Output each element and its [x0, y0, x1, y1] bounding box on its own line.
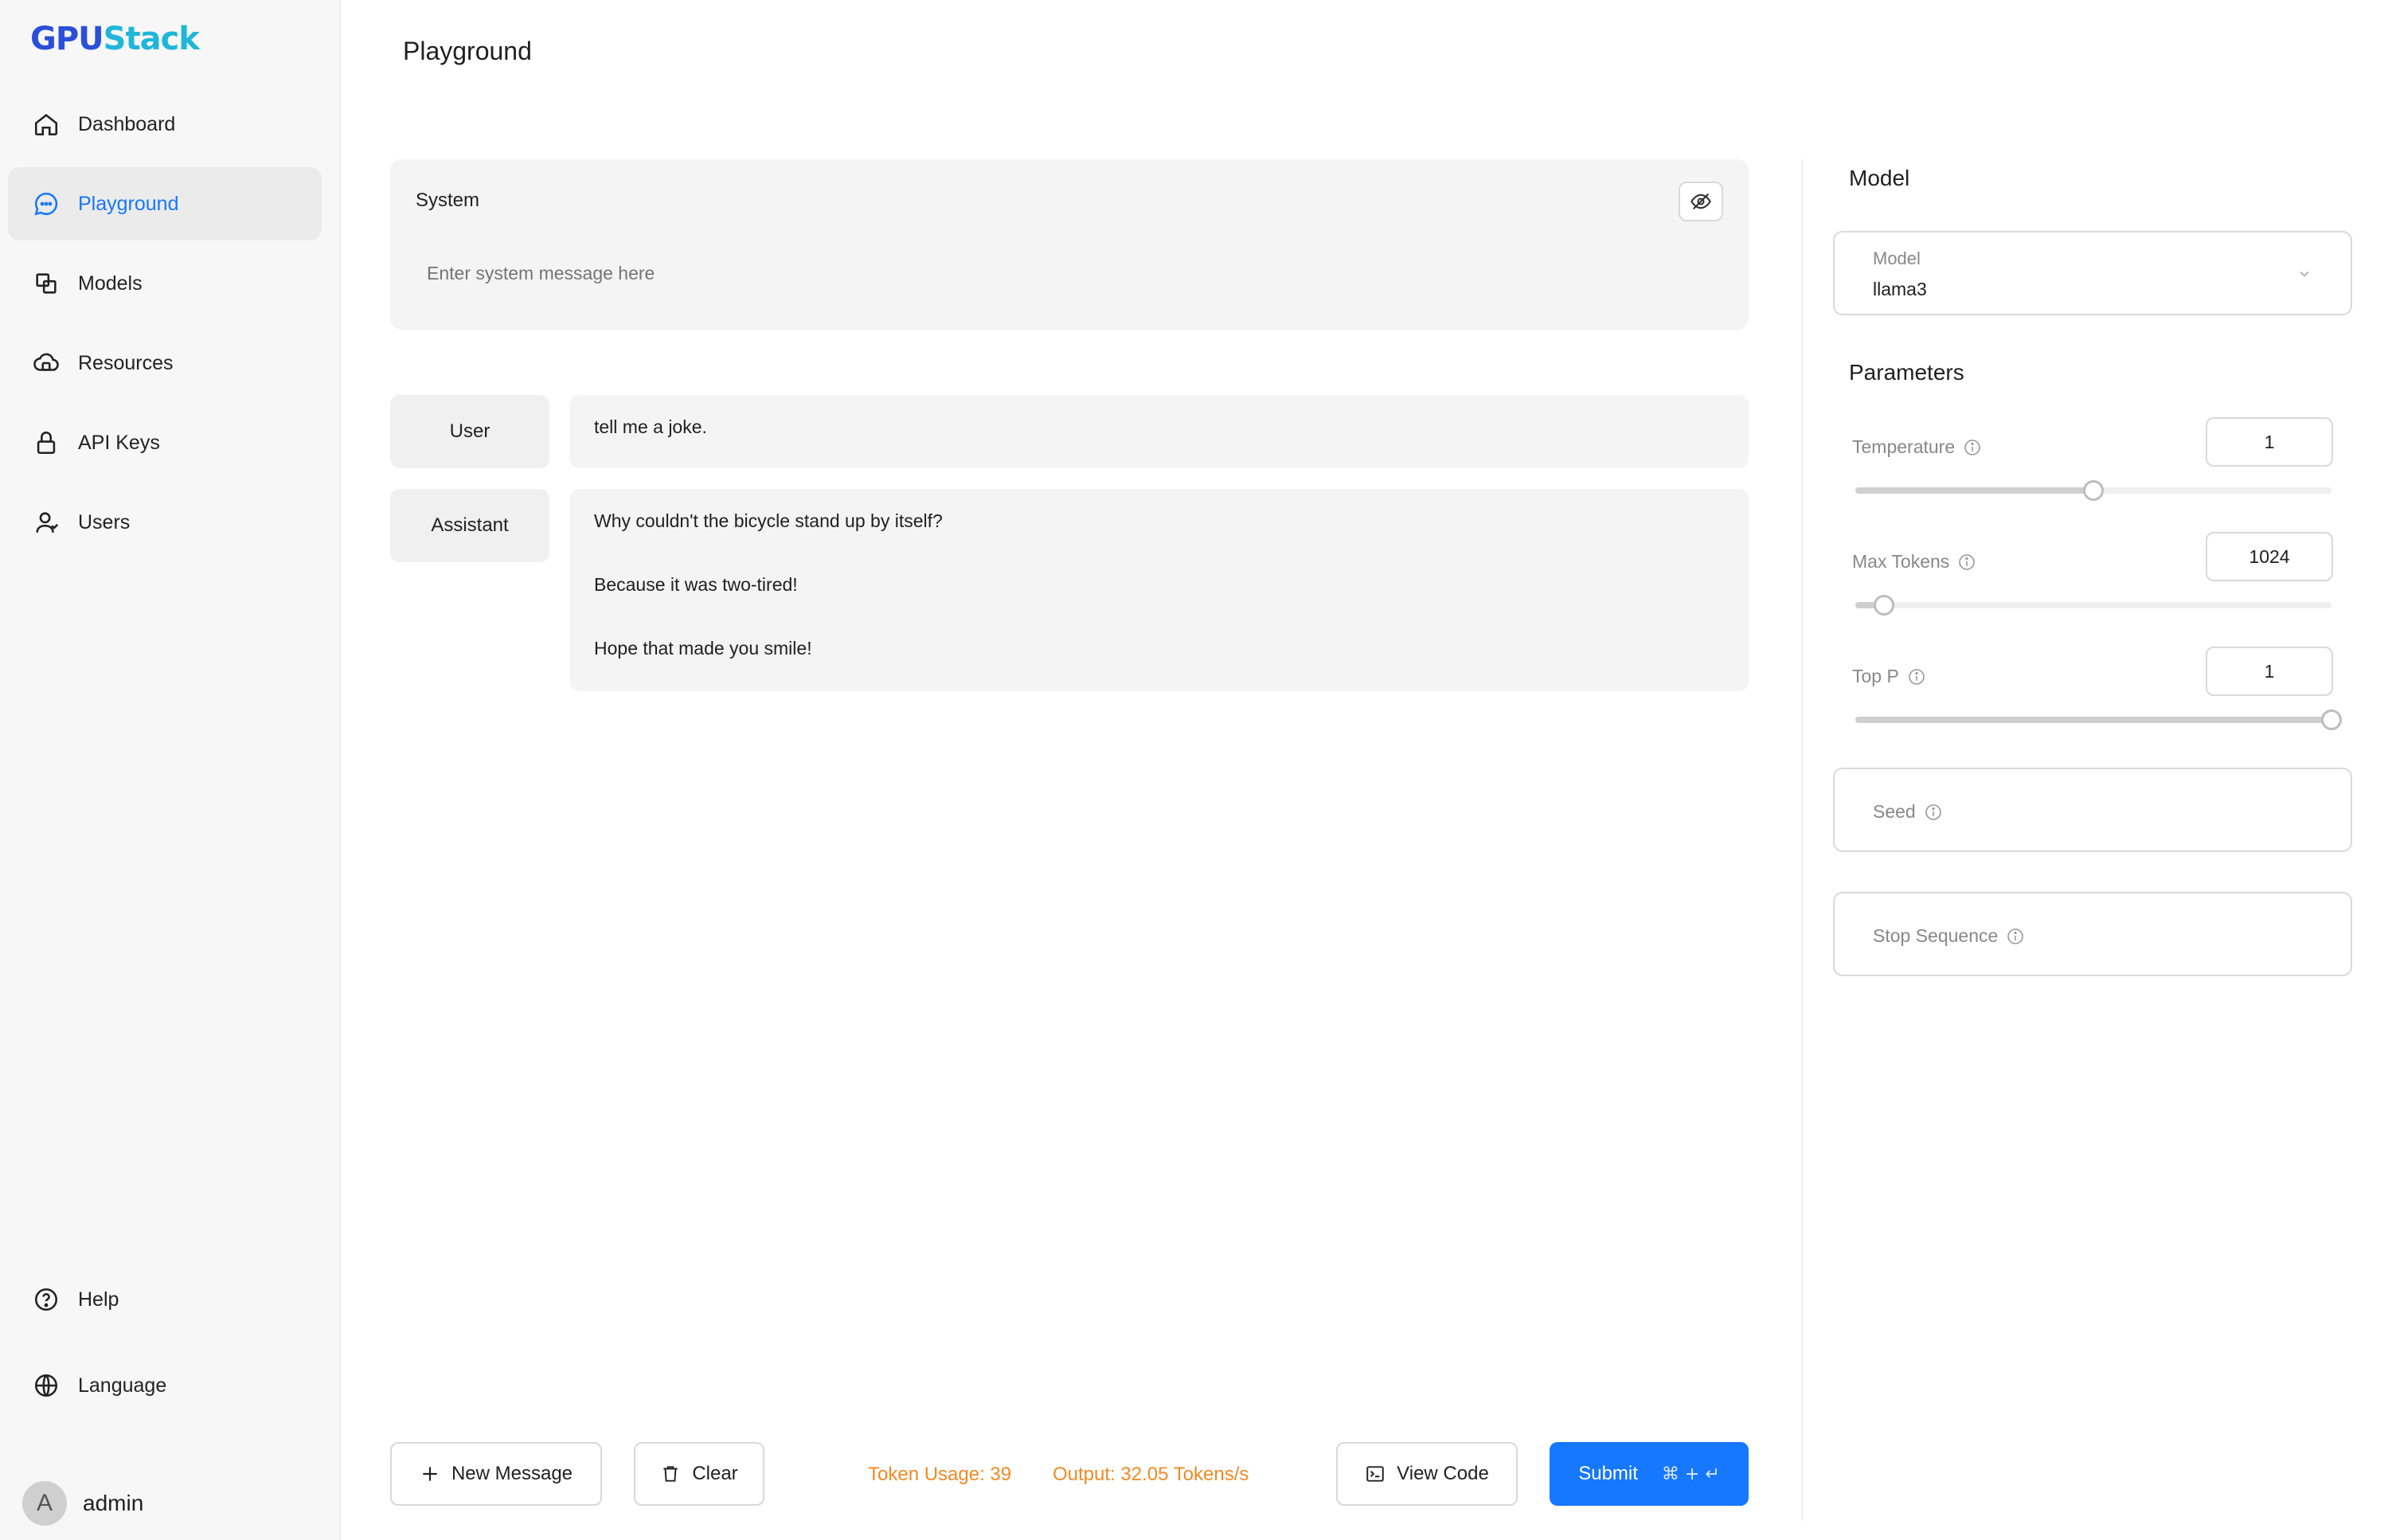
panel-divider: [1801, 159, 1803, 1521]
cloud-icon: [32, 349, 61, 377]
page-title: Playground: [403, 37, 532, 65]
sidebar-item-resources[interactable]: Resources: [8, 326, 322, 400]
message-row-user: User tell me a joke.: [390, 395, 1749, 468]
logo-stack: Stack: [103, 21, 200, 57]
sidebar-item-label: Models: [78, 272, 143, 295]
top-p-label: Top P: [1852, 666, 1926, 687]
slider-fill: [1855, 487, 2093, 494]
button-label: Clear: [692, 1463, 738, 1484]
model-select-label: Model: [1873, 248, 1921, 268]
message-row-assistant: Assistant Why couldn't the bicycle stand…: [390, 489, 1749, 691]
button-label: View Code: [1397, 1463, 1489, 1484]
sidebar-item-label: Playground: [78, 192, 179, 215]
parameters-section-title: Parameters: [1849, 360, 1964, 385]
sidebar-item-label: Dashboard: [78, 112, 176, 135]
max-tokens-input[interactable]: 1024: [2206, 532, 2333, 581]
message-content[interactable]: tell me a joke.: [570, 395, 1749, 468]
slider-handle[interactable]: [1873, 595, 1894, 616]
sidebar-item-models[interactable]: Models: [8, 247, 322, 320]
max-tokens-label: Max Tokens: [1852, 551, 1976, 573]
sidebar: GPUStack Dashboard Playground Models Res: [0, 0, 341, 1540]
model-section-title: Model: [1849, 166, 1910, 190]
submit-shortcut: ⌘ + ↵: [1661, 1464, 1720, 1484]
lock-icon: [32, 428, 61, 457]
new-message-button[interactable]: New Message: [390, 1442, 602, 1506]
toggle-system-visibility-button[interactable]: [1679, 182, 1723, 221]
param-label-text: Temperature: [1852, 436, 1956, 457]
sidebar-item-dashboard[interactable]: Dashboard: [8, 88, 322, 161]
chevron-down-icon: [2300, 271, 2309, 277]
message-content[interactable]: Why couldn't the bicycle stand up by its…: [570, 489, 1749, 691]
trash-icon: [663, 1466, 678, 1482]
sidebar-item-label: API Keys: [78, 431, 160, 454]
avatar: A: [22, 1481, 67, 1526]
temperature-label: Temperature: [1852, 436, 1982, 458]
button-label: New Message: [451, 1463, 573, 1484]
users-icon: [32, 508, 61, 537]
user-name: admin: [83, 1491, 144, 1515]
submit-button[interactable]: Submit ⌘ + ↵: [1550, 1442, 1749, 1506]
temperature-slider[interactable]: [1855, 480, 2331, 501]
sidebar-item-language[interactable]: Language: [8, 1349, 322, 1422]
param-label-text: Max Tokens: [1852, 551, 1950, 572]
slider-handle[interactable]: [2083, 480, 2104, 501]
stop-sequence-placeholder: Stop Sequence: [1873, 925, 2025, 947]
system-label: System: [416, 190, 480, 211]
token-usage: Token Usage: 39: [868, 1464, 1012, 1485]
info-icon[interactable]: [1963, 438, 1982, 457]
message-text: Because it was two-tired!: [594, 574, 798, 595]
sidebar-item-label: Language: [78, 1374, 167, 1397]
top-p-slider[interactable]: [1855, 709, 2342, 730]
gpustack-logo[interactable]: GPUStack: [30, 21, 200, 57]
info-icon[interactable]: [1907, 667, 1926, 686]
logo-pu: PU: [55, 21, 104, 57]
button-label: Submit: [1578, 1463, 1638, 1484]
placeholder-text: Stop Sequence: [1873, 925, 1999, 946]
sidebar-item-playground[interactable]: Playground: [8, 167, 322, 240]
top-p-input[interactable]: 1: [2206, 647, 2333, 696]
role-toggle-button[interactable]: User: [390, 395, 549, 468]
info-icon[interactable]: [1957, 553, 1976, 572]
plus-icon: [423, 1467, 437, 1481]
stop-sequence-input[interactable]: Stop Sequence: [1833, 892, 2352, 976]
info-icon[interactable]: [2006, 927, 2025, 946]
role-toggle-button[interactable]: Assistant: [390, 489, 549, 562]
user-menu[interactable]: A admin: [22, 1481, 143, 1526]
globe-icon: [32, 1371, 61, 1400]
models-icon: [32, 269, 61, 298]
clear-button[interactable]: Clear: [634, 1442, 764, 1506]
sidebar-item-label: Resources: [78, 351, 174, 374]
param-label-text: Top P: [1852, 666, 1899, 686]
slider-handle[interactable]: [2321, 709, 2342, 730]
help-icon: [32, 1285, 61, 1314]
home-icon: [32, 110, 61, 139]
eye-off-icon: [1690, 193, 1711, 210]
seed-placeholder: Seed: [1873, 801, 1943, 823]
sidebar-item-help[interactable]: Help: [8, 1263, 322, 1336]
logo-g: G: [30, 21, 57, 57]
message-text: Hope that made you smile!: [594, 638, 812, 659]
sidebar-item-api-keys[interactable]: API Keys: [8, 406, 322, 479]
slider-fill: [1855, 717, 2331, 723]
temperature-input[interactable]: 1: [2206, 417, 2333, 467]
sidebar-item-label: Users: [78, 510, 131, 534]
chat-icon: [32, 190, 61, 218]
max-tokens-slider[interactable]: [1855, 595, 2331, 616]
view-code-button[interactable]: View Code: [1336, 1442, 1518, 1506]
sidebar-item-label: Help: [78, 1288, 119, 1311]
app-root: GPUStack Dashboard Playground Models Res: [0, 0, 2392, 1540]
seed-input[interactable]: Seed: [1833, 768, 2352, 852]
message-text: Why couldn't the bicycle stand up by its…: [594, 510, 943, 531]
system-message-panel: System: [390, 159, 1749, 330]
system-message-input[interactable]: [427, 263, 1701, 284]
model-select[interactable]: Model llama3: [1833, 231, 2352, 315]
terminal-icon: [1366, 1466, 1384, 1482]
output-speed: Output: 32.05 Tokens/s: [1053, 1464, 1249, 1485]
message-text: tell me a joke.: [594, 416, 707, 437]
placeholder-text: Seed: [1873, 801, 1916, 822]
model-select-value: llama3: [1873, 279, 1927, 299]
info-icon[interactable]: [1924, 803, 1943, 822]
sidebar-item-users[interactable]: Users: [8, 486, 322, 559]
